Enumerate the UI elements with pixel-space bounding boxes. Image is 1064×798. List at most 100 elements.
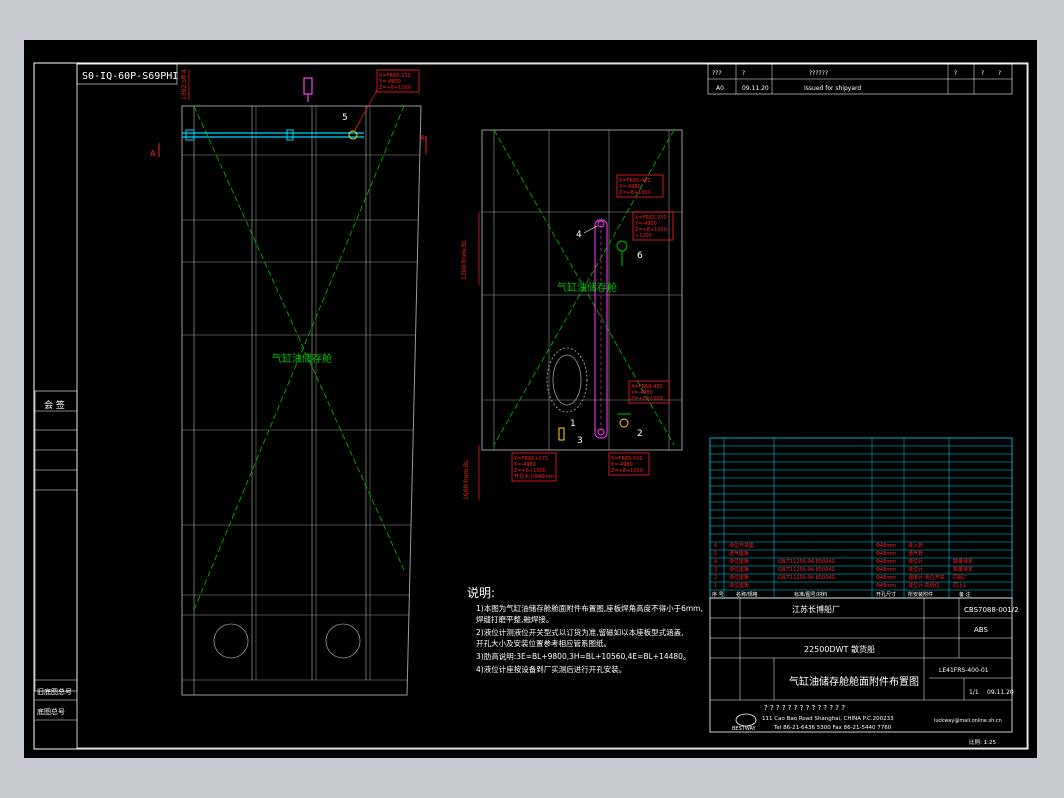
svg-text:GB/T11256-94 E50040: GB/T11256-94 E50040: [778, 559, 835, 565]
svg-text:6: 6: [714, 543, 717, 549]
qmarks-row: ? ? ? ? ? ? ? ? ? ? ? ? ? ?: [764, 704, 845, 712]
rev-header-date: ?: [742, 70, 745, 77]
svg-text:2: 2: [637, 429, 643, 439]
strip-label-2: 底图总号: [37, 707, 65, 716]
class-society: ABS: [974, 626, 988, 634]
svg-text:Φ48mm: Φ48mm: [876, 575, 896, 581]
svg-text:GB/T11256-94 E50040: GB/T11256-94 E50040: [778, 575, 835, 581]
svg-text:1: 1: [570, 419, 576, 429]
elev-label-low: 1600 from BL: [463, 459, 470, 500]
elev-label-top: 1392 off.4: [181, 69, 188, 100]
svg-text:Φ48mm: Φ48mm: [876, 543, 896, 549]
svg-text:序 号: 序 号: [712, 591, 724, 598]
company-address: 111 Cao Bao Road Shanghai, CHINA P.C.200…: [762, 716, 894, 722]
svg-text:Z=+8+1000: Z=+8+1000: [379, 85, 411, 91]
svg-text:数量待定: 数量待定: [953, 566, 973, 573]
left-tank-label: 气缸油储存舱: [272, 352, 332, 365]
svg-text:6: 6: [637, 251, 643, 261]
title-block: 江苏长博船厂 CBS7088-001/2 ABS 22500DWT 散货船 气缸…: [709, 597, 1019, 746]
svg-text:Z=+8+1000: Z=+8+1000: [619, 190, 651, 196]
revision-block: ??? ? ?????? ? ? ? A0 09.11.20 Issued fo…: [707, 63, 1013, 95]
company-name: BESTWAY: [732, 726, 757, 732]
note-line: 开孔大小及安装位置参考相应管系图纸。: [476, 638, 611, 648]
left-strip: 会 签 旧底图总号 底图总号: [34, 390, 78, 721]
section-mark-b: A: [420, 134, 425, 142]
notes-title: 说明:: [467, 585, 495, 600]
svg-text:液位计 高低位: 液位计 高低位: [908, 582, 940, 589]
svg-text:同船厂: 同船厂: [953, 574, 968, 581]
svg-text:3: 3: [577, 436, 583, 446]
svg-text:4: 4: [714, 559, 717, 565]
rev-header-desc: ??????: [809, 70, 828, 77]
svg-text:液位座板: 液位座板: [729, 558, 749, 565]
right-callout-6: X=FR65-250 Y=-4900 Z=+8+1000 +1200 6: [632, 211, 674, 261]
note-line: 2)液位计测液位开关型式以订货为准,留磁如以本座板型式涵盖,: [476, 627, 683, 637]
svg-text:开孔尺寸: 开孔尺寸: [876, 591, 896, 598]
svg-text:透气座板: 透气座板: [729, 550, 749, 557]
svg-text:5: 5: [342, 113, 348, 123]
svg-text:Φ48mm: Φ48mm: [876, 583, 896, 589]
svg-text:液位计: 液位计: [908, 566, 923, 573]
shipyard-name: 江苏长博船厂: [792, 604, 840, 614]
scale-label: 比例: 1:25: [969, 738, 996, 746]
svg-text:数量待定: 数量待定: [953, 558, 973, 565]
drawing-code: S0-IQ-60P-S69PHI: [82, 71, 178, 82]
rev-row-date: 09.11.20: [742, 85, 769, 92]
strip-label-1: 旧底图总号: [37, 687, 72, 696]
svg-text:+1200: +1200: [635, 233, 652, 239]
sheet-date: 09.11.20: [987, 689, 1014, 696]
rev-header-a: ?: [954, 70, 957, 77]
svg-text:同上1: 同上1: [953, 582, 966, 589]
note-line: 1)本图为气缸油储存舱舱面附件布置图,座板焊角高度不得小于6mm,: [476, 603, 703, 613]
company-email: luckway@mail.online.sh.cn: [934, 718, 1002, 724]
ship-type: 22500DWT 散货船: [804, 644, 875, 654]
strip-title: 会 签: [44, 399, 65, 411]
svg-text:Φ48mm: Φ48mm: [876, 551, 896, 557]
svg-text:Φ48mm: Φ48mm: [876, 559, 896, 565]
note-line: 4)液位计座按设备到厂实测后进行开孔安装。: [476, 664, 626, 674]
rev-row-no: A0: [716, 85, 724, 92]
svg-text:1: 1: [714, 583, 717, 589]
svg-text:液位座板: 液位座板: [729, 582, 749, 589]
svg-text:温度计 液位开关: 温度计 液位开关: [908, 574, 945, 581]
left-plan-view: 1392 off.4 A A 气缸油储存舱 X=FR65-250 Y=-4900…: [150, 69, 427, 696]
elev-label-mid: 1200 from BL: [461, 239, 468, 280]
svg-text:Z=+8+1000: Z=+8+1000: [611, 468, 643, 474]
general-notes: 说明: 1)本图为气缸油储存舱舱面附件布置图,座板焊角高度不得小于6mm, 焊缝…: [467, 585, 703, 674]
svg-text:液入管: 液入管: [908, 542, 923, 549]
svg-text:Z=+8+1000: Z=+8+1000: [631, 396, 663, 402]
note-line: 焊缝打磨平整,融焊接。: [476, 614, 553, 624]
svg-text:液位座板: 液位座板: [729, 574, 749, 581]
svg-text:标准/图号/材料: 标准/图号/材料: [794, 591, 827, 598]
rev-header-b: ?: [981, 70, 984, 77]
svg-text:备 注: 备 注: [959, 591, 971, 598]
svg-text:所安装附件: 所安装附件: [908, 591, 933, 598]
svg-text:液位计: 液位计: [908, 558, 923, 565]
sheet-code: LE41FRS-400-01: [939, 667, 989, 674]
svg-text:开孔大小Φ40mm: 开孔大小Φ40mm: [514, 473, 554, 480]
right-callout-2: X=FR68-400 Y=-4980 Z=+8+1000 2: [628, 380, 670, 439]
svg-text:3: 3: [714, 567, 717, 573]
drawing-number: CBS7088-001/2: [964, 606, 1019, 614]
drawing-title: 气缸油储存舱舱面附件布置图: [789, 675, 919, 688]
svg-text:名称/规格: 名称/规格: [736, 591, 758, 598]
left-callout-5: X=FR65-250 Y=-4900 Z=+8+1000 5: [342, 69, 420, 133]
sheet-no: 1/1: [969, 689, 979, 696]
drawing-sheet: 会 签 旧底图总号 底图总号 S0-IQ-60P-S69PHI ??? ? ??…: [24, 40, 1037, 758]
right-tank-label: 气缸油储存舱: [557, 281, 617, 294]
company-logo: [735, 713, 757, 727]
company-contact: Tel 86-21-6436 5300 Fax 86-21-5440 7760: [773, 725, 892, 731]
note-line: 3)肋高说明:3E=BL+9800,3H=BL+10560,4E=BL+1448…: [476, 651, 690, 661]
svg-text:液位座板: 液位座板: [729, 566, 749, 573]
rev-header-no: ???: [712, 70, 722, 77]
parts-list: 6 液位开关座 Φ48mm 液入管 5 透气座板 Φ48mm 透气管 4 液位座…: [709, 437, 1013, 599]
cad-drawing: 会 签 旧底图总号 底图总号 S0-IQ-60P-S69PHI ??? ? ??…: [33, 62, 1029, 750]
svg-text:4: 4: [576, 230, 582, 240]
svg-text:5: 5: [714, 551, 717, 557]
svg-text:透气管: 透气管: [908, 550, 923, 557]
svg-text:液位开关座: 液位开关座: [729, 542, 754, 549]
right-callout-3: X=FR65-500 Y=-4980 Z=+8+1000 3: [577, 436, 650, 476]
svg-text:GB/T11256-94 E50040: GB/T11256-94 E50040: [778, 567, 835, 573]
rev-header-c: ?: [998, 70, 1001, 77]
section-mark-a: A: [150, 149, 156, 158]
